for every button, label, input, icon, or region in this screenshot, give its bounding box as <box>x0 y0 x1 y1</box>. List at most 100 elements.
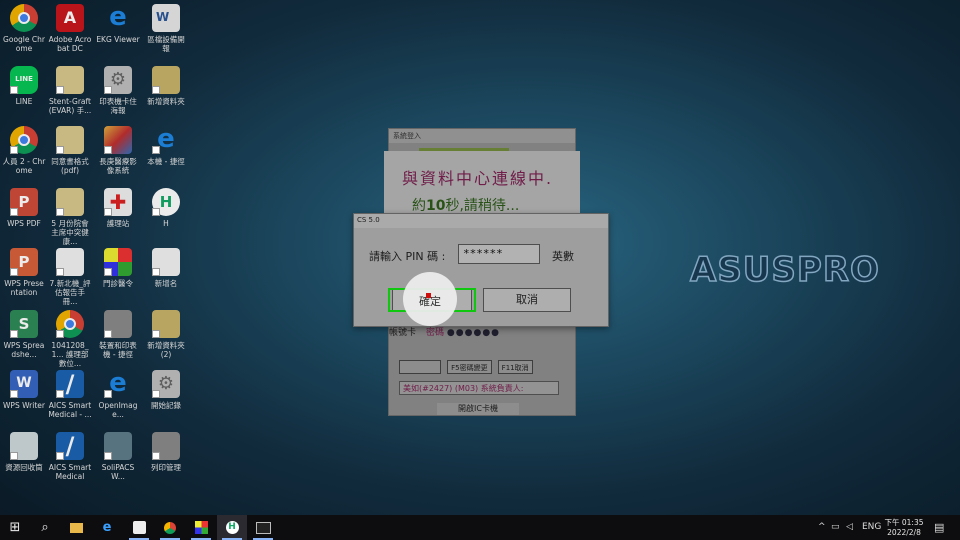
desktop-icon-label: 列印管理 <box>151 463 181 472</box>
pin-label: 請輸入 PIN 碼 : <box>369 250 446 263</box>
desktop-icon-label: 印表機卡住海報 <box>99 97 137 115</box>
pdf-icon <box>10 188 38 216</box>
desktop-icon-label: Stent-Graft (EVAR) 手... <box>48 97 92 115</box>
desktop-icon[interactable]: SoliPACSW... <box>96 432 140 481</box>
login-window-title: 系統登入 <box>393 132 421 140</box>
desktop-icon[interactable]: Stent-Graft (EVAR) 手... <box>48 66 92 115</box>
terminal-icon[interactable] <box>248 515 278 540</box>
gear-icon <box>104 66 132 94</box>
desktop-icon[interactable]: 資源回收筒 <box>2 432 46 472</box>
desktop-icon[interactable]: 長庚醫療影像系統 <box>96 126 140 175</box>
open-ic-card-button[interactable]: 開啟IC卡機 <box>437 403 519 415</box>
desktop-icon-label: 開始記錄 <box>151 401 181 410</box>
desktop-icon-label: 7.新北機_評估報告手冊... <box>49 279 91 306</box>
desktop-icon[interactable]: 護理站 <box>96 188 140 228</box>
desktop-icon[interactable]: 5 月份院會主席中突健康... <box>48 188 92 246</box>
desktop-icon-label: 本機 - 捷徑 <box>147 157 185 166</box>
language-indicator[interactable]: ENG <box>862 515 881 540</box>
desktop-icon[interactable]: OpenImage... <box>96 368 140 419</box>
desktop-icon[interactable]: 新增資料夾 <box>144 66 188 106</box>
desktop-icon[interactable]: 人員 2 - Chrome <box>2 126 46 175</box>
desktop-icon-label: 護理站 <box>106 219 130 228</box>
search-icon[interactable]: ⌕ <box>30 515 60 540</box>
redcross-icon <box>104 188 132 216</box>
clock-time: 下午 01:35 <box>884 518 924 527</box>
desktop-icon[interactable]: 門診醫令 <box>96 248 140 288</box>
desktop-icon-label: WPS Spreadshe... <box>3 341 45 359</box>
desktop-icon[interactable]: WPS PDF <box>2 188 46 228</box>
desktop-icon[interactable]: Adobe Acrobat DC <box>48 4 92 53</box>
desktop-icon[interactable]: Google Chrome <box>2 4 46 53</box>
desktop-icon[interactable]: H <box>144 188 188 228</box>
colors-icon <box>104 248 132 276</box>
ok-button[interactable] <box>392 288 472 312</box>
chrome-icon <box>10 4 38 32</box>
cancel-button[interactable]: 取消 <box>483 288 571 312</box>
desktop-icon-label: 同意書格式 (pdf) <box>51 157 89 175</box>
desktop-icon-label: SoliPACSW... <box>101 463 135 481</box>
account-label: 帳號卡 <box>389 328 417 338</box>
chrome-icon <box>10 126 38 154</box>
desktop-icon[interactable]: WPS Writer <box>2 370 46 410</box>
desktop-icon[interactable]: AICS Smart Medical - ... <box>48 370 92 419</box>
desktop-icon[interactable]: 印表機卡住海報 <box>96 66 140 115</box>
taskbar: ⊞ ⌕ e H ^ ▭ ◁ ENG 下午 01:35 2022/2/8 ▤ <box>0 515 960 540</box>
line-icon <box>10 66 38 94</box>
desktop-icon[interactable]: 開始記錄 <box>144 370 188 410</box>
desktop-icon-label: H <box>163 219 169 228</box>
desktop-icon-label: 門診醫令 <box>103 279 133 288</box>
desktop-icon[interactable]: 同意書格式 (pdf) <box>48 126 92 175</box>
desktop-icon[interactable]: WPS Spreadshe... <box>2 310 46 359</box>
desktop-icon-label: WPS Presentation <box>4 279 44 297</box>
desktop-icon-label: 新增名 <box>154 279 178 288</box>
desktop-icon-label: WPS PDF <box>7 219 41 228</box>
desktop-icon-label: 新增資料夾 <box>147 97 185 106</box>
volume-icon[interactable]: ◁ <box>846 515 853 540</box>
action-buttons: F5密碼變更 F11取消 <box>399 360 534 379</box>
desktop-icon[interactable]: 7.新北機_評估報告手冊... <box>48 248 92 306</box>
notification-icon[interactable]: ▤ <box>934 515 944 540</box>
desktop-icon-label: AICS Smart Medical - ... <box>48 401 92 419</box>
recycle-bin-icon <box>10 432 38 460</box>
change-password-button[interactable]: F5密碼變更 <box>447 360 492 374</box>
desktop-icon[interactable]: EKG Viewer <box>96 2 140 44</box>
input-mode-label: 英數 <box>552 250 574 263</box>
tray-chevron-icon[interactable]: ^ <box>818 515 826 540</box>
desktop-icon-label: 區檔設備開報 <box>147 35 185 53</box>
desktop-icon[interactable]: LINE <box>2 66 46 106</box>
desktop-icon[interactable]: 本機 - 捷徑 <box>144 124 188 166</box>
desktop-icon[interactable]: 1041208_1... 護理部數位... <box>48 310 92 368</box>
h-app-icon[interactable]: H <box>217 515 247 540</box>
gear-icon <box>152 370 180 398</box>
login-button[interactable] <box>399 360 441 374</box>
desktop-icon[interactable]: 列印管理 <box>144 432 188 472</box>
network-icon[interactable]: ▭ <box>831 515 840 540</box>
clock[interactable]: 下午 01:35 2022/2/8 <box>884 518 924 538</box>
chrome-icon[interactable] <box>155 515 185 540</box>
connecting-panel: 與資料中心連線中. 約10秒,請稍待... <box>384 151 580 214</box>
desktop-icon-label: AICS Smart Medical <box>48 463 92 481</box>
cancel-login-button[interactable]: F11取消 <box>497 360 533 374</box>
desktop-icon[interactable]: AICS Smart Medical <box>48 432 92 481</box>
edge-icon[interactable]: e <box>92 515 122 540</box>
desktop-icon-label: 新增資料夾 (2) <box>147 341 185 359</box>
windows-start-icon[interactable]: ⊞ <box>0 515 30 540</box>
file-explorer-icon[interactable] <box>61 515 91 540</box>
pin-input[interactable]: ****** <box>458 244 540 264</box>
folder-icon <box>152 310 180 338</box>
desktop-icon[interactable]: 新增資料夾 (2) <box>144 310 188 359</box>
login-form: 帳號卡 密碼 ●●●●●● F5密碼變更 F11取消 美如(#2427) (M03… <box>389 325 575 415</box>
desktop-icon[interactable]: 新增名 <box>144 248 188 288</box>
desktop-icon-label: 5 月份院會主席中突健康... <box>51 219 89 246</box>
desktop-icon-label: Google Chrome <box>3 35 45 53</box>
desktop-icon[interactable]: 區檔設備開報 <box>144 4 188 53</box>
wps-writer-icon <box>10 370 38 398</box>
desktop-icon[interactable]: WPS Presentation <box>2 248 46 297</box>
word-icon <box>152 4 180 32</box>
desktop-icon-label: 資源回收筒 <box>5 463 43 472</box>
app-icon[interactable] <box>124 515 154 540</box>
photo-icon <box>104 126 132 154</box>
aics-icon <box>56 370 84 398</box>
desktop-icon[interactable]: 裝置和印表機 - 捷徑 <box>96 310 140 359</box>
medical-app-icon[interactable] <box>186 515 216 540</box>
